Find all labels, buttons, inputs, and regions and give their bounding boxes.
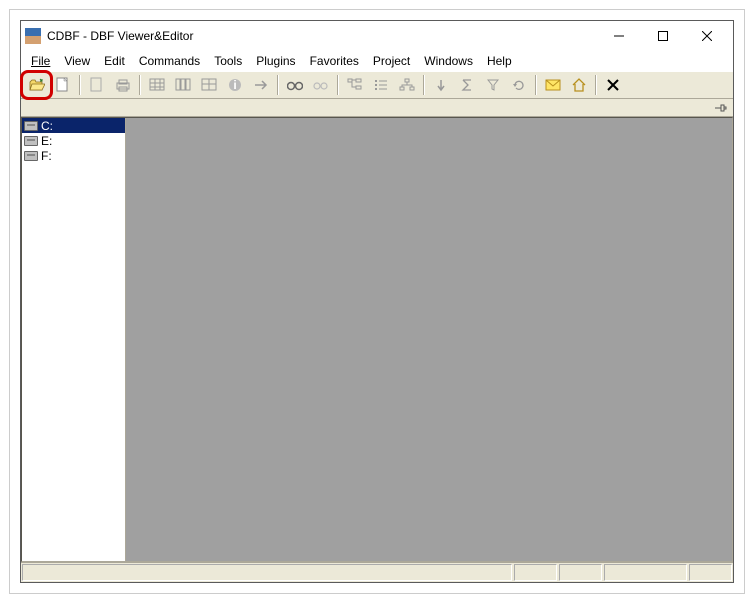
go-button[interactable] bbox=[249, 74, 273, 96]
maximize-button[interactable] bbox=[641, 22, 685, 50]
outer-frame: CDBF - DBF Viewer&Editor File View Edit … bbox=[9, 9, 745, 594]
drive-sidebar: C: E: F: bbox=[22, 118, 126, 561]
menu-help[interactable]: Help bbox=[481, 52, 518, 70]
menu-windows[interactable]: Windows bbox=[418, 52, 479, 70]
binoculars-small-icon bbox=[313, 78, 329, 92]
blank-doc-button[interactable] bbox=[85, 74, 109, 96]
menu-plugins[interactable]: Plugins bbox=[250, 52, 301, 70]
drive-icon bbox=[24, 151, 38, 161]
drive-icon bbox=[24, 121, 38, 131]
delete-button[interactable] bbox=[601, 74, 625, 96]
secondary-toolbar bbox=[21, 99, 733, 117]
window-title: CDBF - DBF Viewer&Editor bbox=[47, 29, 597, 43]
structure-button-1[interactable] bbox=[343, 74, 367, 96]
envelope-icon bbox=[545, 79, 561, 91]
toolbar-separator bbox=[337, 75, 339, 95]
sum-button[interactable] bbox=[455, 74, 479, 96]
menu-file[interactable]: File bbox=[25, 52, 56, 70]
menu-commands[interactable]: Commands bbox=[133, 52, 206, 70]
list-icon bbox=[373, 78, 389, 92]
binoculars-icon bbox=[287, 78, 303, 92]
menu-favorites[interactable]: Favorites bbox=[304, 52, 365, 70]
minimize-button[interactable] bbox=[597, 22, 641, 50]
table-icon bbox=[149, 78, 165, 92]
sigma-icon bbox=[461, 78, 473, 92]
toolbar-separator bbox=[79, 75, 81, 95]
hierarchy-icon bbox=[399, 78, 415, 92]
app-icon bbox=[25, 28, 41, 44]
drive-label: C: bbox=[41, 119, 53, 133]
drive-icon bbox=[24, 136, 38, 146]
grid-button[interactable] bbox=[197, 74, 221, 96]
toolbar-separator bbox=[277, 75, 279, 95]
menu-edit[interactable]: Edit bbox=[98, 52, 131, 70]
menu-view[interactable]: View bbox=[58, 52, 96, 70]
toolbar: i bbox=[21, 71, 733, 99]
arrow-down-icon bbox=[435, 78, 447, 92]
toolbar-separator bbox=[595, 75, 597, 95]
drive-label: E: bbox=[41, 134, 52, 148]
info-button[interactable]: i bbox=[223, 74, 247, 96]
columns-icon bbox=[175, 78, 191, 92]
application-window: CDBF - DBF Viewer&Editor File View Edit … bbox=[20, 20, 734, 583]
arrow-right-icon bbox=[253, 79, 269, 91]
pin-icon[interactable] bbox=[713, 102, 727, 114]
svg-text:i: i bbox=[233, 78, 236, 92]
folder-open-icon bbox=[29, 78, 45, 92]
mdi-workspace bbox=[126, 118, 732, 561]
menubar: File View Edit Commands Tools Plugins Fa… bbox=[21, 51, 733, 71]
mail-button[interactable] bbox=[541, 74, 565, 96]
drive-item-c[interactable]: C: bbox=[22, 118, 125, 133]
new-button[interactable] bbox=[51, 74, 75, 96]
drive-label: F: bbox=[41, 149, 52, 163]
status-cell bbox=[604, 564, 687, 581]
status-cell bbox=[22, 564, 512, 581]
document-icon bbox=[90, 77, 104, 93]
status-cell bbox=[559, 564, 602, 581]
content-area: C: E: F: bbox=[21, 117, 733, 562]
statusbar bbox=[21, 562, 733, 582]
status-cell bbox=[514, 564, 557, 581]
filter-button[interactable] bbox=[481, 74, 505, 96]
tree-icon bbox=[347, 78, 363, 92]
print-button[interactable] bbox=[111, 74, 135, 96]
structure-button-2[interactable] bbox=[369, 74, 393, 96]
refresh-button[interactable] bbox=[507, 74, 531, 96]
table-button[interactable] bbox=[145, 74, 169, 96]
open-button[interactable] bbox=[25, 74, 49, 96]
info-icon: i bbox=[228, 78, 242, 92]
toolbar-separator bbox=[535, 75, 537, 95]
home-icon bbox=[571, 78, 587, 92]
fields-button[interactable] bbox=[171, 74, 195, 96]
structure-button-3[interactable] bbox=[395, 74, 419, 96]
grid-icon bbox=[201, 78, 217, 92]
home-button[interactable] bbox=[567, 74, 591, 96]
funnel-icon bbox=[487, 78, 499, 92]
new-file-icon bbox=[56, 77, 70, 93]
printer-icon bbox=[115, 78, 131, 92]
refresh-icon bbox=[512, 78, 526, 92]
toolbar-separator bbox=[139, 75, 141, 95]
find-button[interactable] bbox=[283, 74, 307, 96]
toolbar-separator bbox=[423, 75, 425, 95]
drive-item-e[interactable]: E: bbox=[22, 133, 125, 148]
x-icon bbox=[607, 79, 619, 91]
sort-down-button[interactable] bbox=[429, 74, 453, 96]
drive-item-f[interactable]: F: bbox=[22, 148, 125, 163]
titlebar: CDBF - DBF Viewer&Editor bbox=[21, 21, 733, 51]
status-cell bbox=[689, 564, 732, 581]
find-next-button[interactable] bbox=[309, 74, 333, 96]
menu-project[interactable]: Project bbox=[367, 52, 416, 70]
close-button[interactable] bbox=[685, 22, 729, 50]
menu-tools[interactable]: Tools bbox=[208, 52, 248, 70]
